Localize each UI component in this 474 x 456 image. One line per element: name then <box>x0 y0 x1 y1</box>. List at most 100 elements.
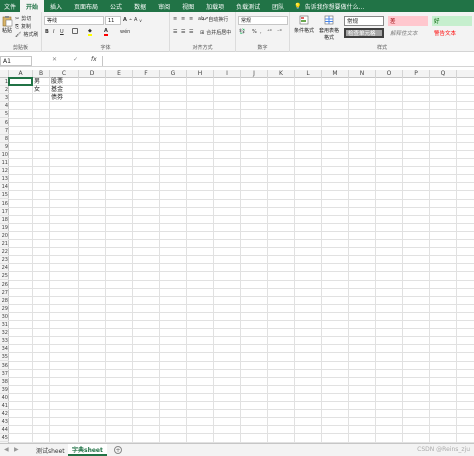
ribbon-tab[interactable]: 插入 <box>44 0 68 12</box>
cell-c3[interactable]: 债券 <box>50 94 63 102</box>
row-header[interactable]: 26 <box>0 281 9 289</box>
row-header[interactable]: 36 <box>0 362 9 370</box>
row-header[interactable]: 34 <box>0 345 9 354</box>
column-header[interactable]: O <box>376 70 403 78</box>
column-header[interactable]: L <box>295 70 322 78</box>
number-format-select[interactable]: 常规 <box>238 16 288 25</box>
underline-button[interactable]: U <box>60 29 64 35</box>
row-header[interactable]: 9 <box>0 143 9 151</box>
ribbon-tab[interactable]: 负载测试 <box>230 0 266 12</box>
fill-color-button[interactable]: ◆ <box>88 28 92 36</box>
row-header[interactable]: 20 <box>0 232 9 240</box>
row-header[interactable]: 17 <box>0 208 9 216</box>
column-header[interactable]: P <box>403 70 430 78</box>
row-header[interactable]: 40 <box>0 394 9 402</box>
align-top-button[interactable]: ≡ <box>173 16 177 22</box>
row-header[interactable]: 5 <box>0 110 9 119</box>
column-header[interactable]: M <box>322 70 349 78</box>
ribbon-tab[interactable]: 数据 <box>128 0 152 12</box>
cell-b1[interactable]: 男 <box>33 78 40 86</box>
align-bottom-button[interactable]: ≡ <box>189 16 193 22</box>
row-header[interactable]: 39 <box>0 386 9 394</box>
increase-decimal-button[interactable]: ⁺⁰ <box>267 29 272 35</box>
row-header[interactable]: 10 <box>0 151 9 159</box>
row-header[interactable]: 33 <box>0 337 9 346</box>
row-header[interactable]: 30 <box>0 313 9 321</box>
italic-button[interactable]: I <box>53 29 54 35</box>
currency-button[interactable]: 💱 <box>239 29 245 35</box>
row-header[interactable]: 23 <box>0 256 9 265</box>
sheet-tab[interactable]: 测试sheet <box>32 444 69 456</box>
row-header[interactable]: 27 <box>0 289 9 297</box>
comma-button[interactable]: , <box>260 29 262 35</box>
align-left-button[interactable]: ☰ <box>173 29 177 35</box>
borders-button[interactable] <box>72 28 78 34</box>
row-header[interactable]: 41 <box>0 402 9 411</box>
style-explanatory[interactable]: 解释性文本 <box>388 28 428 38</box>
enter-formula-button[interactable]: ✓ <box>73 56 78 63</box>
column-header[interactable]: H <box>187 70 214 78</box>
formula-input[interactable] <box>102 56 474 66</box>
tell-me-box[interactable]: 💡 告诉我你想要做什么... <box>294 2 364 11</box>
row-header[interactable]: 12 <box>0 167 9 176</box>
row-header[interactable]: 38 <box>0 378 9 386</box>
column-header[interactable]: F <box>133 70 160 78</box>
column-header[interactable]: C <box>50 70 79 78</box>
row-header[interactable]: 37 <box>0 370 9 378</box>
add-sheet-button[interactable]: + <box>114 446 122 454</box>
name-box[interactable]: A1 <box>0 56 32 66</box>
style-good[interactable]: 好 <box>432 16 472 26</box>
format-as-table-button[interactable]: 套用表格格式 <box>317 15 341 41</box>
row-header[interactable]: 4 <box>0 102 9 111</box>
phonetic-button[interactable]: wén <box>120 29 130 35</box>
format-painter-button[interactable]: 🖌 格式刷 <box>15 31 38 39</box>
style-check-cell[interactable]: 检查单元格 <box>344 28 384 38</box>
row-header[interactable]: 7 <box>0 127 9 135</box>
cell-c1[interactable]: 股票 <box>50 78 63 86</box>
decrease-decimal-button[interactable]: ⁻⁰ <box>277 29 282 35</box>
next-sheet-icon[interactable]: ▶ <box>14 446 19 453</box>
row-header[interactable]: 11 <box>0 159 9 168</box>
font-family-select[interactable]: 等线 <box>44 16 104 25</box>
column-header[interactable]: J <box>241 70 268 78</box>
row-header[interactable]: 3 <box>0 94 9 103</box>
ribbon-tab[interactable]: 视图 <box>176 0 200 12</box>
bold-button[interactable]: B <box>45 29 49 35</box>
row-header[interactable]: 19 <box>0 224 9 232</box>
cell-c2[interactable]: 基金 <box>50 86 63 94</box>
row-header[interactable]: 24 <box>0 264 9 273</box>
ribbon-tab[interactable]: 审阅 <box>152 0 176 12</box>
grow-font-button[interactable]: A ^ <box>123 17 132 23</box>
align-right-button[interactable]: ☰ <box>189 29 193 35</box>
row-header[interactable]: 18 <box>0 216 9 224</box>
column-header[interactable]: Q <box>430 70 457 78</box>
column-header[interactable]: I <box>214 70 241 78</box>
column-header[interactable]: B <box>33 70 50 78</box>
row-header[interactable]: 6 <box>0 119 9 127</box>
cell-b2[interactable]: 女 <box>33 86 40 94</box>
column-header[interactable]: E <box>106 70 133 78</box>
row-header[interactable]: 31 <box>0 321 9 330</box>
column-header[interactable]: D <box>79 70 106 78</box>
ribbon-tab[interactable]: 页面布局 <box>68 0 104 12</box>
style-bad[interactable]: 差 <box>388 16 428 26</box>
cut-button[interactable]: ✂ 剪切 <box>15 15 31 23</box>
row-header[interactable]: 43 <box>0 418 9 427</box>
row-header[interactable]: 22 <box>0 248 9 257</box>
row-header[interactable]: 44 <box>0 426 9 435</box>
row-header[interactable]: 45 <box>0 434 9 443</box>
column-header[interactable]: G <box>160 70 187 78</box>
percent-button[interactable]: % <box>252 29 257 35</box>
row-header[interactable]: 8 <box>0 135 9 143</box>
row-header[interactable]: 2 <box>0 86 9 95</box>
merge-center-button[interactable]: ⊞ 合并后居中 <box>200 29 231 37</box>
shrink-font-button[interactable]: Av <box>134 17 142 23</box>
ribbon-tab[interactable]: 加载项 <box>200 0 230 12</box>
align-middle-button[interactable]: ≡ <box>181 16 185 22</box>
style-warning[interactable]: 警告文本 <box>432 28 472 38</box>
row-header[interactable]: 25 <box>0 272 9 281</box>
conditional-format-button[interactable]: 条件格式 <box>293 15 315 34</box>
ribbon-tab[interactable]: 公式 <box>104 0 128 12</box>
cancel-formula-button[interactable]: ✕ <box>52 56 57 63</box>
paste-button[interactable]: 粘贴 <box>1 15 13 39</box>
